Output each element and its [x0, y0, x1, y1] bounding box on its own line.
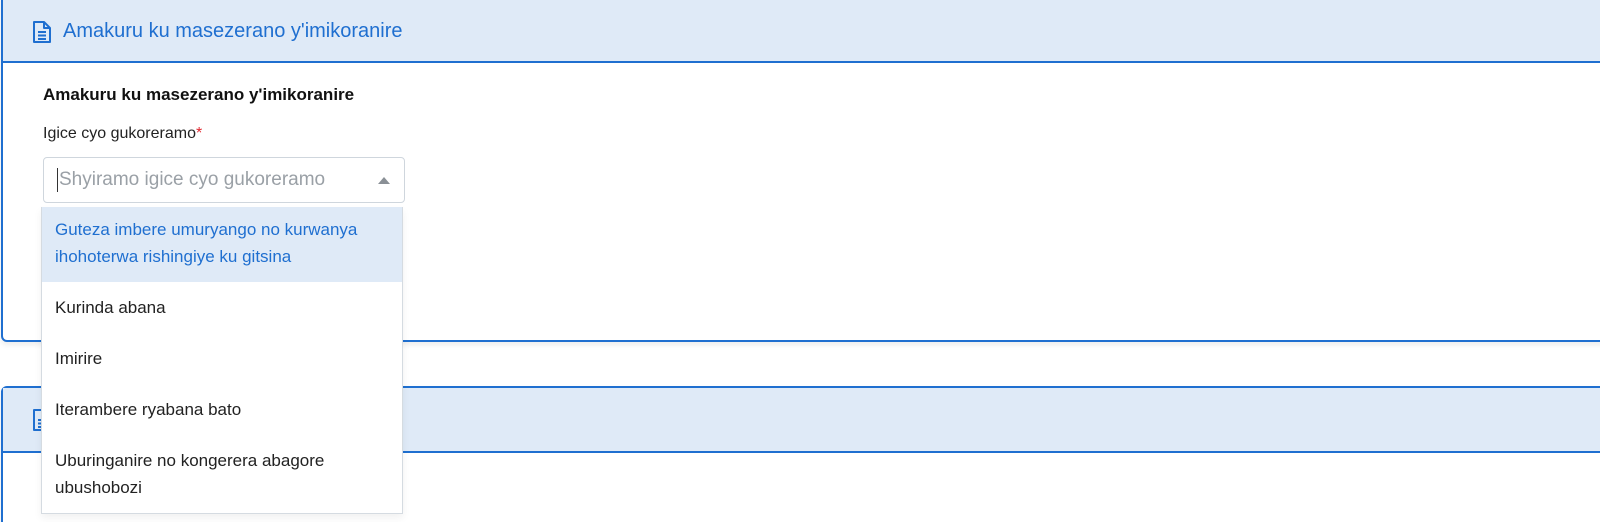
- work-area-dropdown-list: Guteza imbere umuryango no kurwanya ihoh…: [41, 207, 403, 514]
- work-area-label-text: Igice cyo gukoreramo: [43, 125, 196, 142]
- required-mark: *: [195, 125, 203, 142]
- section-title: Amakuru ku masezerano y'imikoranire: [43, 85, 355, 104]
- dropdown-option[interactable]: Guteza imbere umuryango no kurwanya ihoh…: [42, 207, 402, 282]
- work-area-search-input[interactable]: [59, 169, 359, 191]
- chevron-up-icon[interactable]: [378, 177, 390, 184]
- panel-title: Amakuru ku masezerano y'imikoranire: [63, 20, 403, 42]
- work-area-label: Igice cyo gukoreramo*: [43, 125, 1600, 143]
- panel-header[interactable]: Amakuru ku masezerano y'imikoranire: [3, 0, 1600, 63]
- page: Amakuru ku masezerano y'imikoranire Amak…: [0, 0, 1600, 522]
- dropdown-option[interactable]: Iterambere ryabana bato: [42, 384, 402, 435]
- panel-body: Amakuru ku masezerano y'imikoranire Igic…: [3, 63, 1600, 203]
- work-area-select[interactable]: [43, 157, 405, 203]
- text-cursor: [57, 168, 58, 192]
- dropdown-option[interactable]: Imirire: [42, 333, 402, 384]
- dropdown-option[interactable]: Uburinganire no kongerera abagore ubusho…: [42, 435, 402, 513]
- dropdown-option[interactable]: Kurinda abana: [42, 282, 402, 333]
- document-icon: [31, 20, 53, 44]
